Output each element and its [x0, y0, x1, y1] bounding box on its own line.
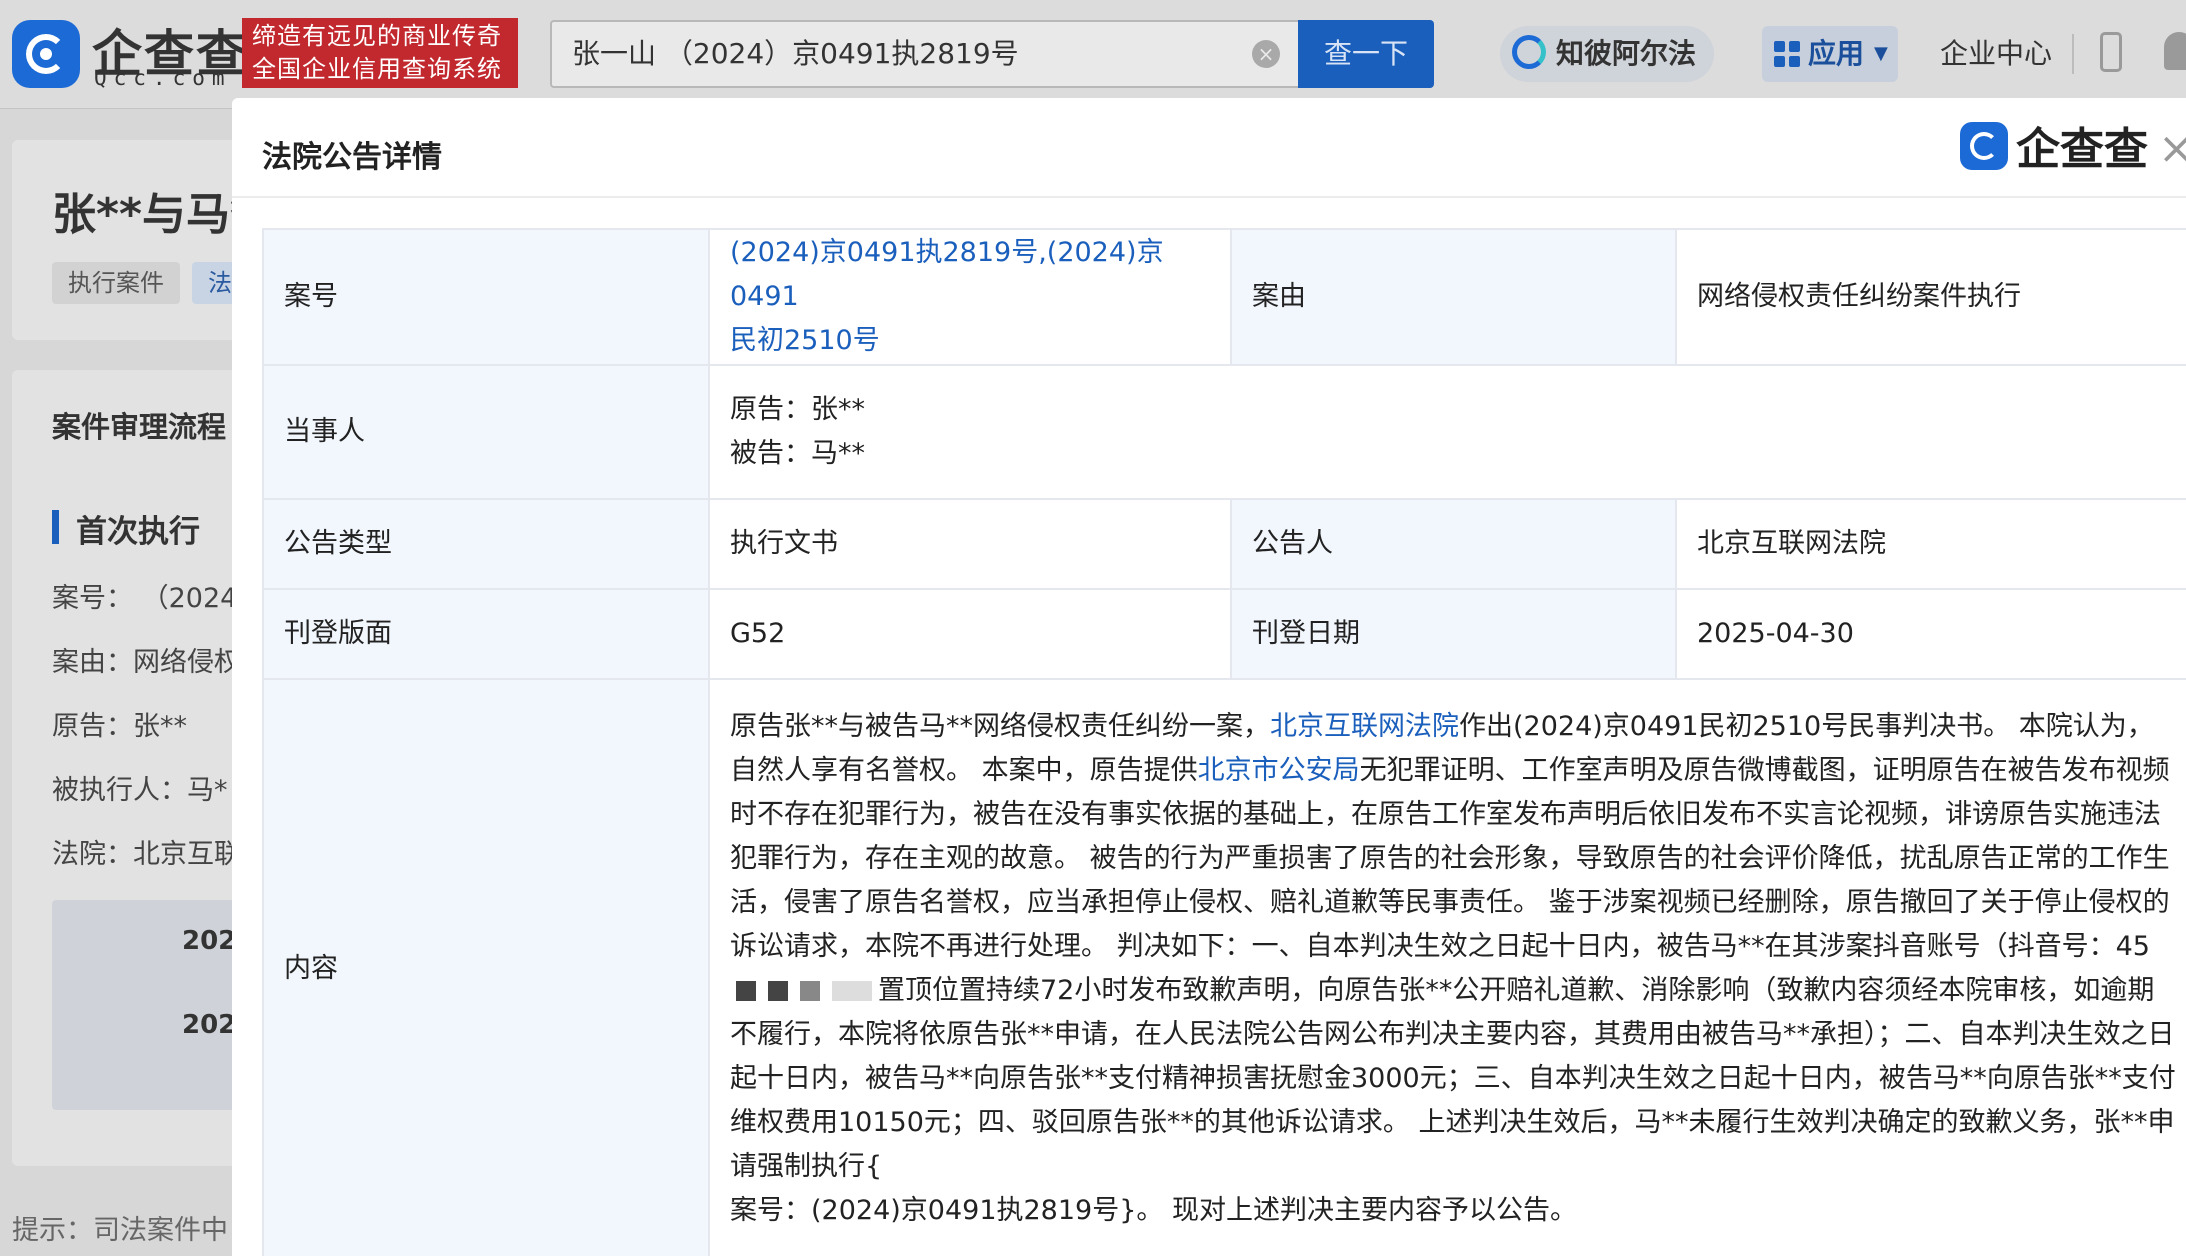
case-number-link-2[interactable]: 民初2510号 [730, 319, 1210, 363]
publish-page-value: G52 [708, 588, 1232, 680]
qcc-logo-icon[interactable] [12, 20, 80, 88]
case-process-title: 案件审理流程 [52, 410, 227, 444]
case-number-link[interactable]: (2024)京0491执2819号,(2024)京0491 [730, 231, 1210, 319]
court-row: 法院：北京互联 [52, 839, 241, 870]
content-label: 内容 [262, 678, 710, 1256]
slogan-banner: 缔造有远见的商业传奇 全国企业信用查询系统 [242, 18, 518, 88]
notification-bell-icon[interactable] [2164, 32, 2186, 70]
announcer-label: 公告人 [1230, 498, 1677, 590]
ai-assistant-button[interactable]: 知彼阿尔法 [1500, 26, 1715, 82]
case-title: 张**与马* [52, 189, 254, 240]
enterprise-center-link[interactable]: 企业中心 [1940, 26, 2052, 82]
parties-value: 原告：张** 被告：马** [708, 364, 2186, 500]
header-divider [2072, 34, 2074, 74]
court-notice-modal: 法院公告详情 企查查 × 案号 (2024)京0491执2819号,(2024)… [232, 98, 2186, 1256]
redacted-block [736, 981, 756, 1001]
plaintiff-row: 原告：张** [52, 711, 187, 742]
footer-tip: 提示：司法案件中 [12, 1215, 228, 1246]
table-row: 公告类型 执行文书 公告人 北京互联网法院 [262, 498, 2186, 590]
modal-title: 法院公告详情 [262, 140, 442, 175]
content-text: 置顶位置持续72小时发布致歉声明，向原告张**公开赔礼道歉、消除影响（致歉内容须… [730, 975, 2176, 1182]
announcer-value: 北京互联网法院 [1675, 498, 2186, 590]
stage-marker [52, 510, 59, 544]
cause-row: 案由：网络侵权 [52, 647, 241, 678]
ai-assistant-label: 知彼阿尔法 [1556, 37, 1697, 70]
notice-type-label: 公告类型 [262, 498, 710, 590]
publish-date-label: 刊登日期 [1230, 588, 1677, 680]
notice-detail-table: 案号 (2024)京0491执2819号,(2024)京0491 民初2510号… [262, 228, 2186, 1256]
mobile-phone-icon[interactable] [2100, 32, 2122, 72]
court-link[interactable]: 北京互联网法院 [1270, 711, 1459, 742]
modal-logo: 企查查 [1960, 122, 2148, 176]
publish-date-value: 2025-04-30 [1675, 588, 2186, 680]
close-icon[interactable]: × [2158, 122, 2186, 176]
defendant-value: 被告：马** [730, 438, 865, 469]
content-text: 原告张**与被告马**网络侵权责任纠纷一案， [730, 711, 1270, 742]
table-row: 内容 原告张**与被告马**网络侵权责任纠纷一案，北京互联网法院作出(2024)… [262, 678, 2186, 1256]
ai-logo-icon [1512, 35, 1546, 69]
modal-header-divider [232, 196, 2186, 198]
executed-person-row: 被执行人：马* [52, 775, 228, 806]
apps-menu-label: 应用 [1808, 37, 1865, 70]
case-tag-execution[interactable]: 执行案件 [52, 262, 180, 304]
qcc-logo-icon [1960, 122, 2008, 170]
redacted-block [800, 981, 820, 1001]
content-paragraph-2: 案号：(2024)京0491执2819号}。 现对上述判决主要内容予以公告。 [730, 1195, 1577, 1226]
grid-icon [1774, 41, 1800, 67]
slogan-line-2: 全国企业信用查询系统 [252, 55, 502, 83]
stage-title: 首次执行 [76, 514, 200, 550]
content-paragraph: 原告张**与被告马**网络侵权责任纠纷一案，北京互联网法院作出(2024)京04… [730, 705, 2180, 1189]
case-number-row: 案号： （2024) [52, 583, 248, 614]
search-input[interactable]: 张一山 （2024）京0491执2819号 [550, 20, 1300, 88]
case-number-value: (2024)京0491执2819号,(2024)京0491 民初2510号 [708, 228, 1232, 366]
parties-label: 当事人 [262, 364, 710, 500]
redacted-block [768, 981, 788, 1001]
police-bureau-link[interactable]: 北京市公安局 [1198, 755, 1360, 786]
table-row: 当事人 原告：张** 被告：马** [262, 364, 2186, 500]
cause-label: 案由 [1230, 228, 1677, 366]
table-row: 案号 (2024)京0491执2819号,(2024)京0491 民初2510号… [262, 228, 2186, 366]
modal-logo-text: 企查查 [2016, 124, 2148, 175]
cause-value: 网络侵权责任纠纷案件执行 [1675, 228, 2186, 366]
case-number-label: 案号 [262, 228, 710, 366]
slogan-line-1: 缔造有远见的商业传奇 [252, 22, 502, 50]
chevron-down-icon: ▼ [1874, 43, 1888, 64]
redacted-block [832, 981, 872, 1001]
top-header: 企查查 Qcc.com 缔造有远见的商业传奇 全国企业信用查询系统 张一山 （2… [0, 0, 2186, 109]
plaintiff-value: 原告：张** [730, 394, 865, 425]
publish-page-label: 刊登版面 [262, 588, 710, 680]
logo-subtext: Qcc.com [94, 66, 232, 90]
apps-menu-button[interactable]: 应用 ▼ [1762, 26, 1898, 82]
search-button[interactable]: 查一下 [1298, 20, 1434, 88]
content-value: 原告张**与被告马**网络侵权责任纠纷一案，北京互联网法院作出(2024)京04… [708, 678, 2186, 1256]
table-row: 刊登版面 G52 刊登日期 2025-04-30 [262, 588, 2186, 680]
notice-type-value: 执行文书 [708, 498, 1232, 590]
content-text: 无犯罪证明、工作室声明及原告微博截图，证明原告在被告发布视频时不存在犯罪行为，被… [730, 755, 2170, 962]
clear-search-icon[interactable]: × [1252, 40, 1280, 68]
